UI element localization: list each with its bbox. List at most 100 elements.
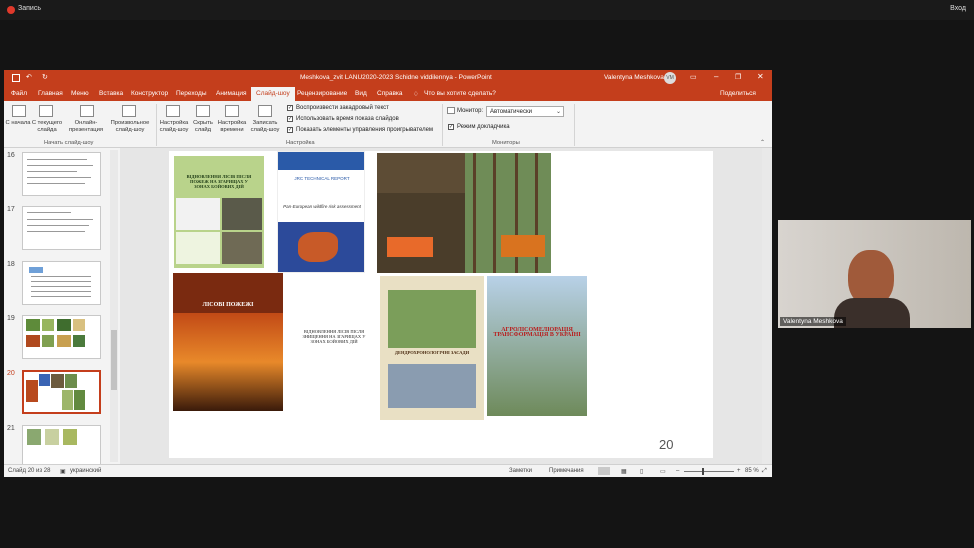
cover-title: ДЕНДРОХРОНОЛОГІЧНІ ЗАСАДИ — [394, 350, 470, 355]
fallen-trees-image — [377, 193, 465, 273]
rehearse-timings-icon — [225, 105, 239, 117]
comments-button[interactable]: Примечания — [549, 468, 584, 474]
record-icon — [258, 105, 272, 117]
redo-icon[interactable]: ↻ — [42, 73, 48, 81]
slide-thumbnail-17[interactable] — [22, 206, 101, 250]
zoom-level[interactable]: 85 % — [745, 468, 759, 474]
close-button[interactable]: ✕ — [757, 72, 764, 81]
ribbon-options-icon[interactable]: ▭ — [690, 73, 697, 81]
slide-thumbnail-16[interactable] — [22, 152, 101, 196]
tab-help[interactable]: Справка — [377, 90, 403, 97]
thumb-number: 17 — [7, 206, 15, 213]
slide-sorter-icon[interactable]: ▦ — [621, 468, 627, 475]
play-from-start-icon — [12, 105, 26, 117]
thumbnails-scrollbar-thumb[interactable] — [111, 330, 117, 390]
zoom-top-bar: Запись Вход — [0, 0, 974, 20]
online-presentation-button[interactable]: Онлайн-презентация — [64, 120, 108, 134]
tab-animation[interactable]: Анимация — [216, 90, 247, 97]
user-name: Valentyna Meshkova — [604, 74, 664, 81]
cover-title: АГРОЛІСОМЕЛІОРАЦІЯ ТРАНСФОРМАЦІЯ В УКРАЇ… — [493, 327, 581, 338]
slide-thumbnail-21[interactable] — [22, 425, 101, 464]
cover-label-box — [501, 235, 545, 257]
zoom-slider-handle[interactable] — [702, 468, 704, 475]
fit-slide-icon[interactable]: ⤢ — [762, 468, 767, 475]
book-cover-jrc-report: JRC TECHNICAL REPORT Pan-European wildfi… — [277, 151, 365, 273]
lightbulb-icon: ♢ — [413, 91, 419, 98]
from-start-button[interactable]: С начала — [4, 120, 32, 127]
current-slide[interactable]: ВІДНОВЛЕННЯ ЛІСІВ ПІСЛЯ ПОЖЕЖ НА ЗГАРИЩА… — [169, 151, 713, 458]
user-avatar[interactable]: VM — [664, 72, 676, 84]
burned-forest-image — [222, 198, 262, 230]
tab-menu[interactable]: Меню — [71, 90, 89, 97]
language-label[interactable]: украинский — [70, 468, 101, 474]
group-separator — [574, 104, 575, 146]
tab-file[interactable]: Файл — [11, 90, 27, 97]
undo-icon[interactable]: ↶ — [26, 73, 32, 81]
rehearse-timings-button[interactable]: Настройка времени — [216, 120, 248, 134]
hide-slide-button[interactable]: Скрыть слайд — [190, 120, 216, 134]
media-controls-label: Показать элементы управления проигрывате… — [296, 127, 434, 133]
tab-transitions[interactable]: Переходы — [176, 90, 207, 97]
book-cover-agroforestry: АГРОЛІСОМЕЛІОРАЦІЯ ТРАНСФОРМАЦІЯ В УКРАЇ… — [487, 276, 587, 416]
tell-me-search[interactable]: Что вы хотите сделать? — [424, 90, 496, 97]
tab-view[interactable]: Вид — [355, 90, 367, 97]
monitor-select[interactable]: Автоматически ⌄ — [486, 106, 564, 117]
zoom-slider[interactable] — [684, 471, 734, 472]
save-icon[interactable] — [12, 74, 20, 82]
thumb-number: 20 — [7, 370, 15, 377]
book-cover-forest-fires: ЛІСОВІ ПОЖЕЖІ — [173, 273, 283, 411]
minimize-button[interactable]: – — [714, 72, 718, 81]
slide-thumbnail-20[interactable] — [22, 370, 101, 414]
thumbnails-scrollbar[interactable] — [110, 150, 118, 462]
narration-checkbox[interactable]: ✓ — [287, 105, 293, 111]
pine-branch-image — [388, 290, 476, 348]
editor-scrollbar[interactable] — [762, 148, 770, 464]
monitor-label: Монитор: — [457, 108, 484, 114]
book-cover-forest-fires-wwf — [377, 153, 465, 273]
zoom-out-button[interactable]: – — [676, 468, 679, 474]
normal-view-icon[interactable] — [598, 467, 610, 475]
notes-button[interactable]: Заметки — [509, 468, 532, 474]
slide-thumbnail-18[interactable] — [22, 261, 101, 305]
cover-label-box — [387, 237, 433, 257]
ribbon: С начала С текущего слайда Онлайн-презен… — [4, 101, 772, 148]
tab-review[interactable]: Рецензирование — [297, 90, 347, 97]
setup-slideshow-button[interactable]: Настройка слайд-шоу — [158, 120, 190, 134]
tab-insert[interactable]: Вставка — [99, 90, 123, 97]
slideshow-view-icon[interactable]: ▭ — [660, 468, 666, 475]
timings-label: Использовать время показа слайдов — [296, 116, 399, 122]
maximize-button[interactable]: ❐ — [735, 73, 741, 81]
presenter-view-checkbox[interactable]: ✓ — [448, 124, 454, 130]
timings-checkbox[interactable]: ✓ — [287, 116, 293, 122]
tab-design[interactable]: Конструктор — [131, 90, 168, 97]
slide-thumbnails-panel: 16 17 18 19 20 21 — [4, 148, 120, 464]
record-slideshow-button[interactable]: Записать слайд-шоу — [248, 120, 282, 134]
slide-counter: Слайд 20 из 28 — [8, 468, 51, 474]
map-image — [176, 198, 220, 230]
slide-thumbnail-19[interactable] — [22, 315, 101, 359]
book-cover-dendrochronology: ДЕНДРОХРОНОЛОГІЧНІ ЗАСАДИ — [380, 276, 484, 420]
monitor-icon — [447, 107, 455, 114]
cover-title: JRC TECHNICAL REPORT — [294, 176, 350, 181]
zoom-in-button[interactable]: + — [737, 468, 741, 474]
custom-slideshow-button[interactable]: Произвольное слайд-шоу — [108, 120, 152, 134]
exit-button[interactable]: Вход — [950, 5, 966, 12]
reading-view-icon[interactable]: ▯ — [640, 468, 643, 475]
media-controls-checkbox[interactable]: ✓ — [287, 127, 293, 133]
custom-slideshow-icon — [122, 105, 136, 117]
window-title: Meshkova_zvit LANU2020-2023 Schidne vidd… — [300, 74, 492, 81]
online-present-icon — [80, 105, 94, 117]
from-current-button[interactable]: С текущего слайда — [30, 120, 64, 134]
collapse-ribbon-icon[interactable]: ⌃ — [760, 139, 765, 146]
share-button[interactable]: Поделиться — [720, 90, 756, 97]
tab-slideshow[interactable]: Слайд-шоу — [251, 87, 295, 101]
tab-home[interactable]: Главная — [38, 90, 63, 97]
monitors-group-label: Мониторы — [492, 140, 520, 146]
group-separator — [156, 104, 157, 146]
book-cover-forest-restoration: ВІДНОВЛЕННЯ ЛІСІВ ПІСЛЯ ПОЖЕЖ НА ЗГАРИЩА… — [174, 156, 264, 268]
chevron-down-icon: ⌄ — [555, 109, 561, 115]
start-group-label: Начать слайд-шоу — [44, 140, 94, 146]
map-image — [176, 232, 220, 264]
spellcheck-icon[interactable]: ▣ — [60, 468, 66, 475]
title-bar: ↶ ↻ Meshkova_zvit LANU2020-2023 Schidne … — [4, 70, 772, 86]
